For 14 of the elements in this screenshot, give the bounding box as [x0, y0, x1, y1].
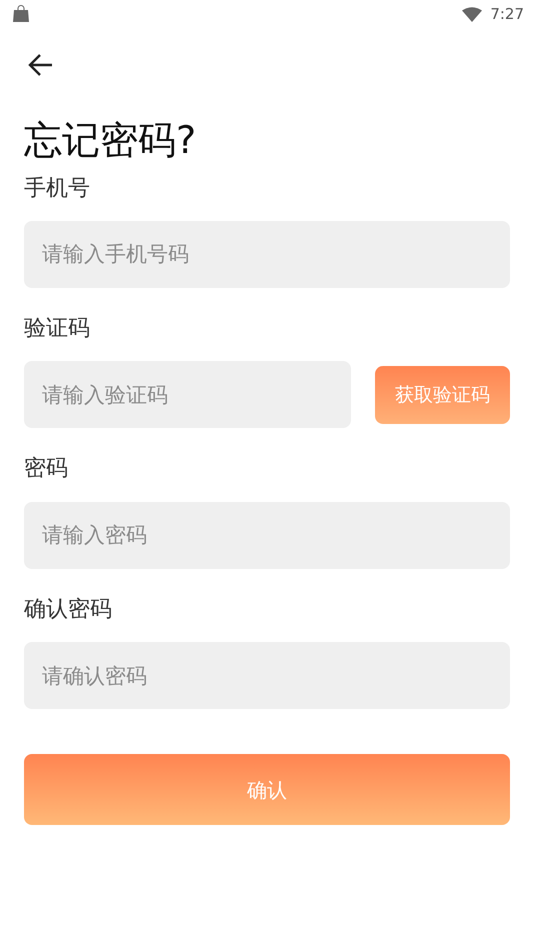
field-label: 密码: [24, 456, 69, 483]
field-label: 确认密码: [24, 596, 113, 624]
field-label: 验证码: [24, 316, 91, 342]
input-field[interactable]: 请确认密码: [24, 642, 510, 710]
input-field[interactable]: 请输入手机号码: [24, 220, 510, 288]
input-field[interactable]: 请输入密码: [24, 502, 510, 569]
clock-time: 7:27: [490, 4, 524, 25]
field-label: 手机号: [24, 176, 91, 202]
page-title: 忘记密码?: [24, 118, 198, 164]
confirm-button[interactable]: 确认: [24, 754, 510, 826]
get-code-button[interactable]: 获取验证码: [375, 366, 510, 424]
input-field[interactable]: 请输入验证码: [24, 361, 351, 428]
bag-icon: [12, 5, 30, 23]
wifi-icon: [462, 6, 482, 22]
